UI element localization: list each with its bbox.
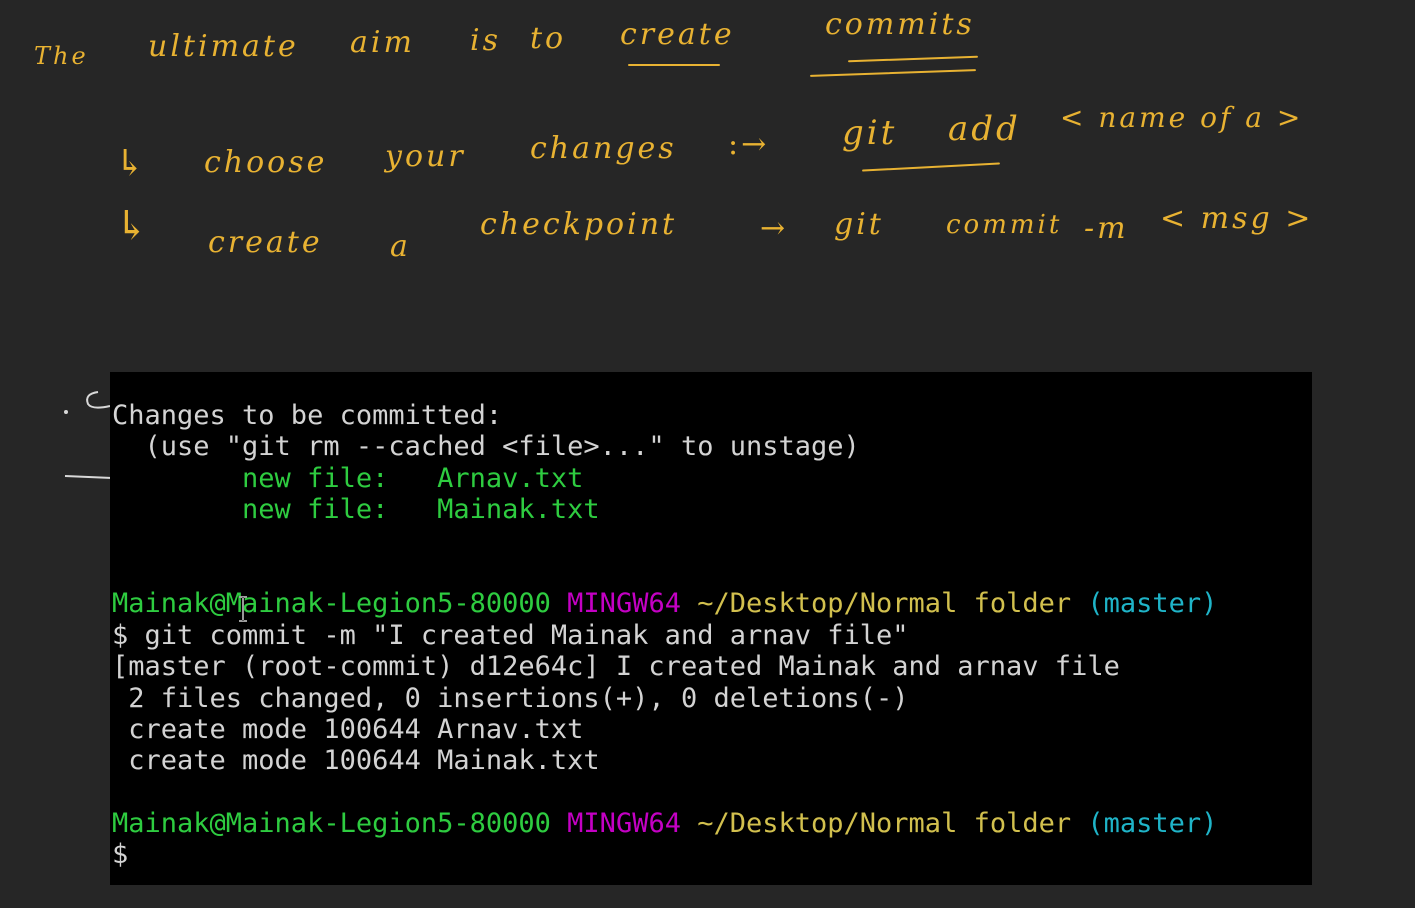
staged-file: Arnav.txt [437,462,584,494]
staged-label: new file: [112,494,438,526]
underline-git-add [862,162,1000,172]
staged-label: new file: [112,462,438,494]
right-arrow-icon: → [760,211,789,246]
output-line: create mode 100644 Mainak.txt [112,745,600,777]
bullet-arrow-icon: ↳ [115,203,152,249]
note-word-commits: commits [825,7,975,42]
note-word: create [208,225,323,260]
stray-ink-mark [64,391,113,479]
command-line: $ git commit -m "I created Mainak and ar… [112,619,909,651]
note-word: a [390,229,411,264]
note-arg: < name of a > [1060,101,1304,134]
note-cmd-git: git [842,113,898,153]
prompt-system: MINGW64 [567,588,681,620]
terminal-input-line[interactable]: $ [110,839,1312,870]
note-word: changes [530,131,677,166]
bullet-arrow-icon: ↳ [115,143,149,184]
terminal-window[interactable]: Changes to be committed: (use "git rm --… [110,372,1312,885]
note-word: your [385,139,466,174]
prompt-branch: (master) [1087,808,1218,840]
note-cmd-flag: -m [1084,211,1129,246]
prompt-path: ~/Desktop/Normal folder [697,808,1072,840]
underline-commits-2 [810,69,976,77]
unstage-hint: (use "git rm --cached <file>..." to unst… [112,431,860,463]
status-header: Changes to be committed: [112,400,503,431]
underline-create [628,64,720,66]
staged-file-row: new file: Mainak.txt [110,494,1312,525]
prompt-user-host: Mainak@Mainak-Legion5-80000 [112,808,551,840]
output-line: 2 files changed, 0 insertions(+), 0 dele… [112,682,909,714]
note-arg: < msg > [1160,201,1314,236]
prompt-path: ~/Desktop/Normal folder [697,588,1072,620]
note-word: checkpoint [480,207,678,242]
output-line: [master (root-commit) d12e64c] I created… [112,651,1120,683]
output-line: create mode 100644 Arnav.txt [112,713,584,745]
note-cmd-git: git [834,207,884,242]
underline-commits-1 [848,55,978,63]
right-arrow-icon: :→ [728,127,770,162]
prompt-branch: (master) [1087,588,1218,620]
note-word: ultimate [148,29,299,64]
staged-file: Mainak.txt [437,494,600,526]
note-word: aim [350,25,415,60]
shell-prompt: Mainak@Mainak-Legion5-80000 MINGW64 ~/De… [110,808,1312,839]
staged-file-row: new file: Arnav.txt [110,463,1312,494]
note-word: choose [204,145,328,180]
note-word: is [470,23,501,58]
note-cmd-add: add [948,109,1021,149]
whiteboard-notes: The ultimate aim is to create commits ↳ … [0,0,1415,370]
text-cursor-icon [239,596,247,622]
note-word: to [530,21,567,56]
shell-prompt: Mainak@Mainak-Legion5-80000 MINGW64 ~/De… [110,588,1312,619]
note-word: The [34,42,89,70]
note-word-create: create [620,17,735,52]
prompt-user-host: Mainak@Mainak-Legion5-80000 [112,588,551,620]
note-cmd-commit: commit [946,210,1063,240]
prompt-system: MINGW64 [567,808,681,840]
